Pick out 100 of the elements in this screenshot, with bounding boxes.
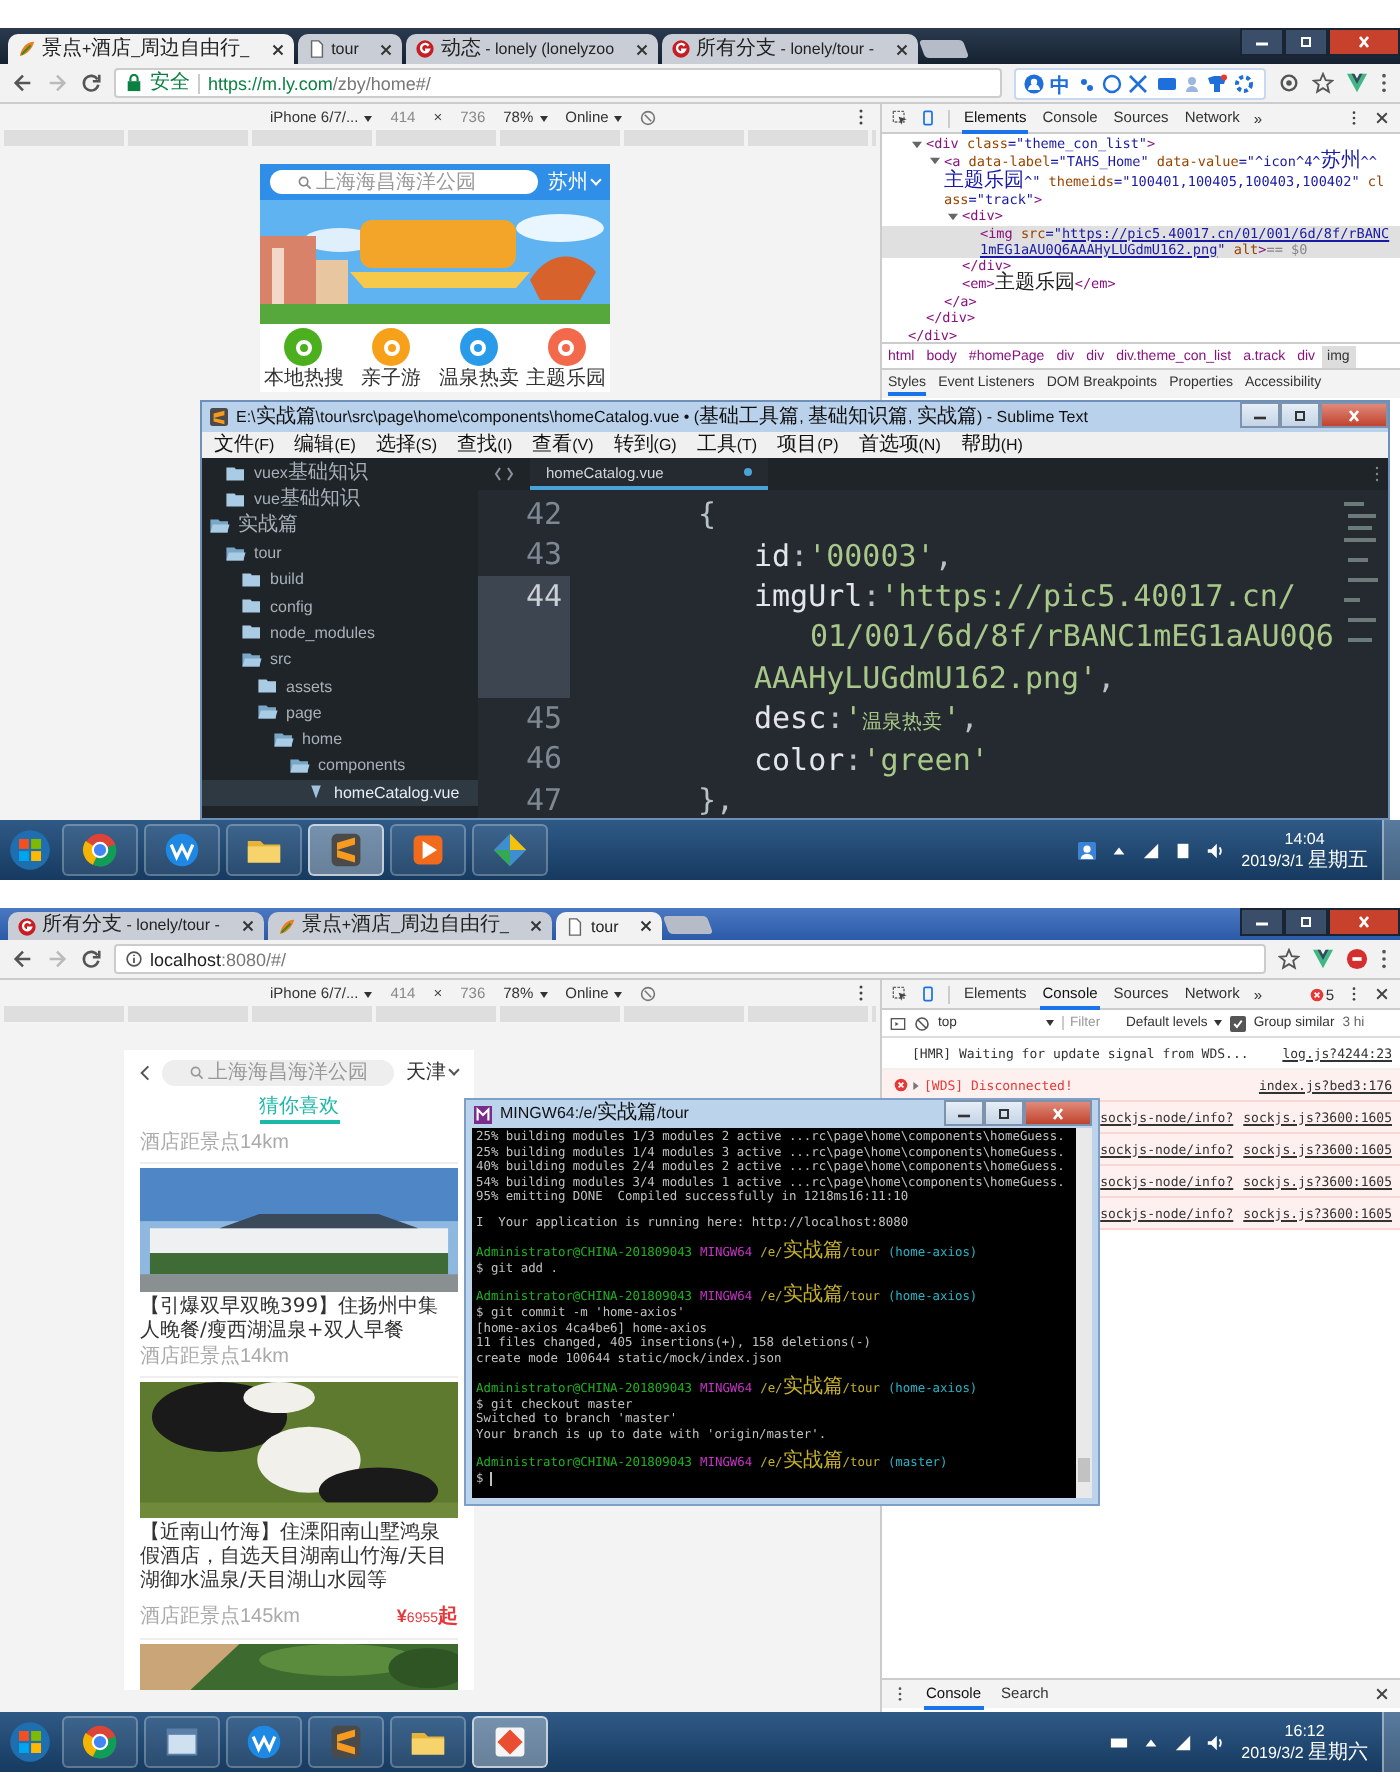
file-tree-item[interactable]: build bbox=[202, 566, 478, 593]
back-icon[interactable] bbox=[140, 1063, 150, 1081]
input-mode-label[interactable]: 中 bbox=[1050, 65, 1070, 101]
rotate-icon[interactable] bbox=[640, 109, 657, 125]
city-selector[interactable]: 天津 bbox=[406, 1061, 458, 1083]
taskbar-button[interactable] bbox=[226, 824, 302, 876]
clock-date[interactable]: 2019/3/1 星期五 bbox=[1241, 850, 1368, 872]
browser-tab[interactable]: tour bbox=[556, 912, 663, 940]
clear-console-icon[interactable] bbox=[914, 1015, 930, 1031]
ime-tools-drawing[interactable] bbox=[1076, 73, 1256, 93]
menu-icon[interactable] bbox=[1380, 72, 1388, 94]
file-tree-item[interactable]: 实战篇 bbox=[202, 513, 478, 540]
menu-item[interactable]: 帮助(H) bbox=[960, 435, 1023, 455]
taskbar-button[interactable] bbox=[144, 824, 220, 876]
menu-item[interactable]: 项目(P) bbox=[777, 435, 839, 455]
browser-tab[interactable]: 所有分支 - lonely/tour - bbox=[662, 34, 918, 64]
offer-title[interactable]: 【近南山竹海】住溧阳南山墅鸿泉假酒店，自选天目湖南山竹海/天目湖御水温泉/天目湖山水园等 bbox=[140, 1522, 458, 1594]
file-tree-item[interactable]: vuex基础知识 bbox=[202, 460, 478, 487]
file-tree-item[interactable]: home bbox=[202, 725, 478, 753]
menu-item[interactable]: 选择(S) bbox=[375, 435, 438, 455]
signal-icon[interactable] bbox=[1173, 1733, 1192, 1751]
user-icon[interactable] bbox=[1077, 841, 1096, 859]
menu-item[interactable]: 工具(T) bbox=[696, 435, 758, 455]
category-item[interactable]: 主题乐园 bbox=[522, 324, 610, 392]
clock-time[interactable]: 14:04 bbox=[1284, 828, 1325, 850]
bookmark-star-icon[interactable] bbox=[1312, 72, 1334, 94]
rotate-icon[interactable] bbox=[640, 985, 657, 1001]
file-tree-item[interactable]: src bbox=[202, 646, 478, 673]
show-desktop-button[interactable] bbox=[1382, 1712, 1400, 1772]
url-field[interactable]: 安全 https://m.ly.com/zby/home#/ bbox=[114, 68, 1002, 98]
category-item[interactable]: 本地热搜 bbox=[260, 324, 348, 392]
device-toggle-icon[interactable] bbox=[920, 110, 936, 126]
inspect-icon[interactable] bbox=[892, 986, 908, 1002]
maximize-button[interactable] bbox=[984, 1100, 1024, 1126]
maximize-button[interactable] bbox=[1284, 908, 1328, 936]
taskbar-button[interactable] bbox=[144, 1716, 220, 1768]
stop-sign-icon[interactable] bbox=[1346, 948, 1368, 970]
close-button[interactable] bbox=[1328, 908, 1400, 936]
taskbar-button[interactable] bbox=[226, 1716, 302, 1768]
device-icon[interactable] bbox=[1173, 841, 1192, 859]
browser-tab[interactable]: 景点+酒店_周边自由行_ bbox=[267, 912, 553, 940]
expand-arrow-icon[interactable] bbox=[912, 139, 922, 149]
close-icon[interactable] bbox=[380, 43, 393, 55]
file-tree-item[interactable]: assets bbox=[202, 672, 478, 700]
minimize-button[interactable] bbox=[1240, 402, 1280, 428]
category-item[interactable]: 亲子游 bbox=[347, 324, 435, 392]
close-icon[interactable] bbox=[530, 920, 543, 932]
more-icon[interactable] bbox=[858, 108, 864, 126]
menu-item[interactable]: 编辑(E) bbox=[294, 435, 356, 455]
clock-date[interactable]: 2019/3/2 星期六 bbox=[1241, 1742, 1368, 1764]
expand-arrow-icon[interactable] bbox=[912, 1081, 920, 1089]
taskbar-button[interactable] bbox=[472, 824, 548, 876]
minimize-button[interactable] bbox=[1240, 28, 1284, 56]
file-tree-item[interactable]: config bbox=[202, 592, 478, 620]
close-icon[interactable] bbox=[895, 43, 908, 55]
file-tree-item[interactable]: components bbox=[202, 752, 478, 780]
browser-tab[interactable]: 景点+酒店_周边自由行_ bbox=[8, 34, 294, 64]
search-field[interactable]: 上海海昌海洋公园 bbox=[270, 170, 538, 194]
keyboard-icon[interactable] bbox=[1109, 1733, 1128, 1751]
inspect-icon[interactable] bbox=[892, 110, 908, 126]
more-icon[interactable] bbox=[858, 984, 864, 1002]
start-button[interactable] bbox=[4, 1716, 56, 1768]
file-tree-item[interactable]: tour bbox=[202, 539, 478, 567]
taskbar-button[interactable] bbox=[62, 824, 138, 876]
minimize-button[interactable] bbox=[944, 1100, 984, 1126]
menu-item[interactable]: 查看(V) bbox=[532, 435, 594, 455]
back-icon[interactable] bbox=[12, 948, 34, 970]
file-tree-item[interactable]: page bbox=[202, 699, 478, 726]
location-icon[interactable] bbox=[1278, 72, 1300, 94]
user-icon[interactable] bbox=[1024, 73, 1044, 93]
browser-tab[interactable]: tour bbox=[297, 34, 403, 64]
url-field[interactable]: localhost:8080/#/ bbox=[114, 944, 1266, 974]
taskbar-button[interactable] bbox=[390, 1716, 466, 1768]
browser-tab[interactable]: 所有分支 - lonely/tour - bbox=[8, 912, 264, 940]
minimize-button[interactable] bbox=[1240, 908, 1284, 936]
close-icon[interactable] bbox=[241, 920, 254, 932]
file-tree-item[interactable]: homeCatalog.vue bbox=[202, 779, 478, 806]
tab-nav-arrows-icon[interactable] bbox=[490, 466, 518, 482]
show-desktop-button[interactable] bbox=[1382, 820, 1400, 880]
maximize-button[interactable] bbox=[1280, 402, 1320, 428]
menu-item[interactable]: 查找(I) bbox=[457, 435, 513, 455]
signal-icon[interactable] bbox=[1141, 841, 1160, 859]
v-logo-icon[interactable] bbox=[1312, 948, 1334, 970]
scrollbar[interactable] bbox=[1076, 1128, 1092, 1498]
checkbox[interactable] bbox=[1229, 1015, 1246, 1031]
file-tree-item[interactable]: vue基础知识 bbox=[202, 486, 478, 514]
menu-icon[interactable] bbox=[1374, 466, 1380, 482]
menu-item[interactable]: 首选项(N) bbox=[858, 435, 941, 455]
reload-icon[interactable] bbox=[80, 72, 102, 94]
expand-arrow-icon[interactable] bbox=[948, 211, 958, 222]
taskbar-button[interactable] bbox=[308, 824, 384, 876]
taskbar-button[interactable] bbox=[308, 1716, 384, 1768]
maximize-button[interactable] bbox=[1284, 28, 1328, 56]
sidebar-toggle-icon[interactable] bbox=[890, 1015, 906, 1031]
close-icon[interactable] bbox=[1374, 110, 1390, 126]
category-item[interactable]: 温泉热卖 bbox=[435, 324, 523, 392]
file-tree-item[interactable]: node_modules bbox=[202, 619, 478, 647]
start-button[interactable] bbox=[4, 824, 56, 876]
close-icon[interactable] bbox=[1374, 986, 1390, 1002]
back-icon[interactable] bbox=[12, 72, 34, 94]
